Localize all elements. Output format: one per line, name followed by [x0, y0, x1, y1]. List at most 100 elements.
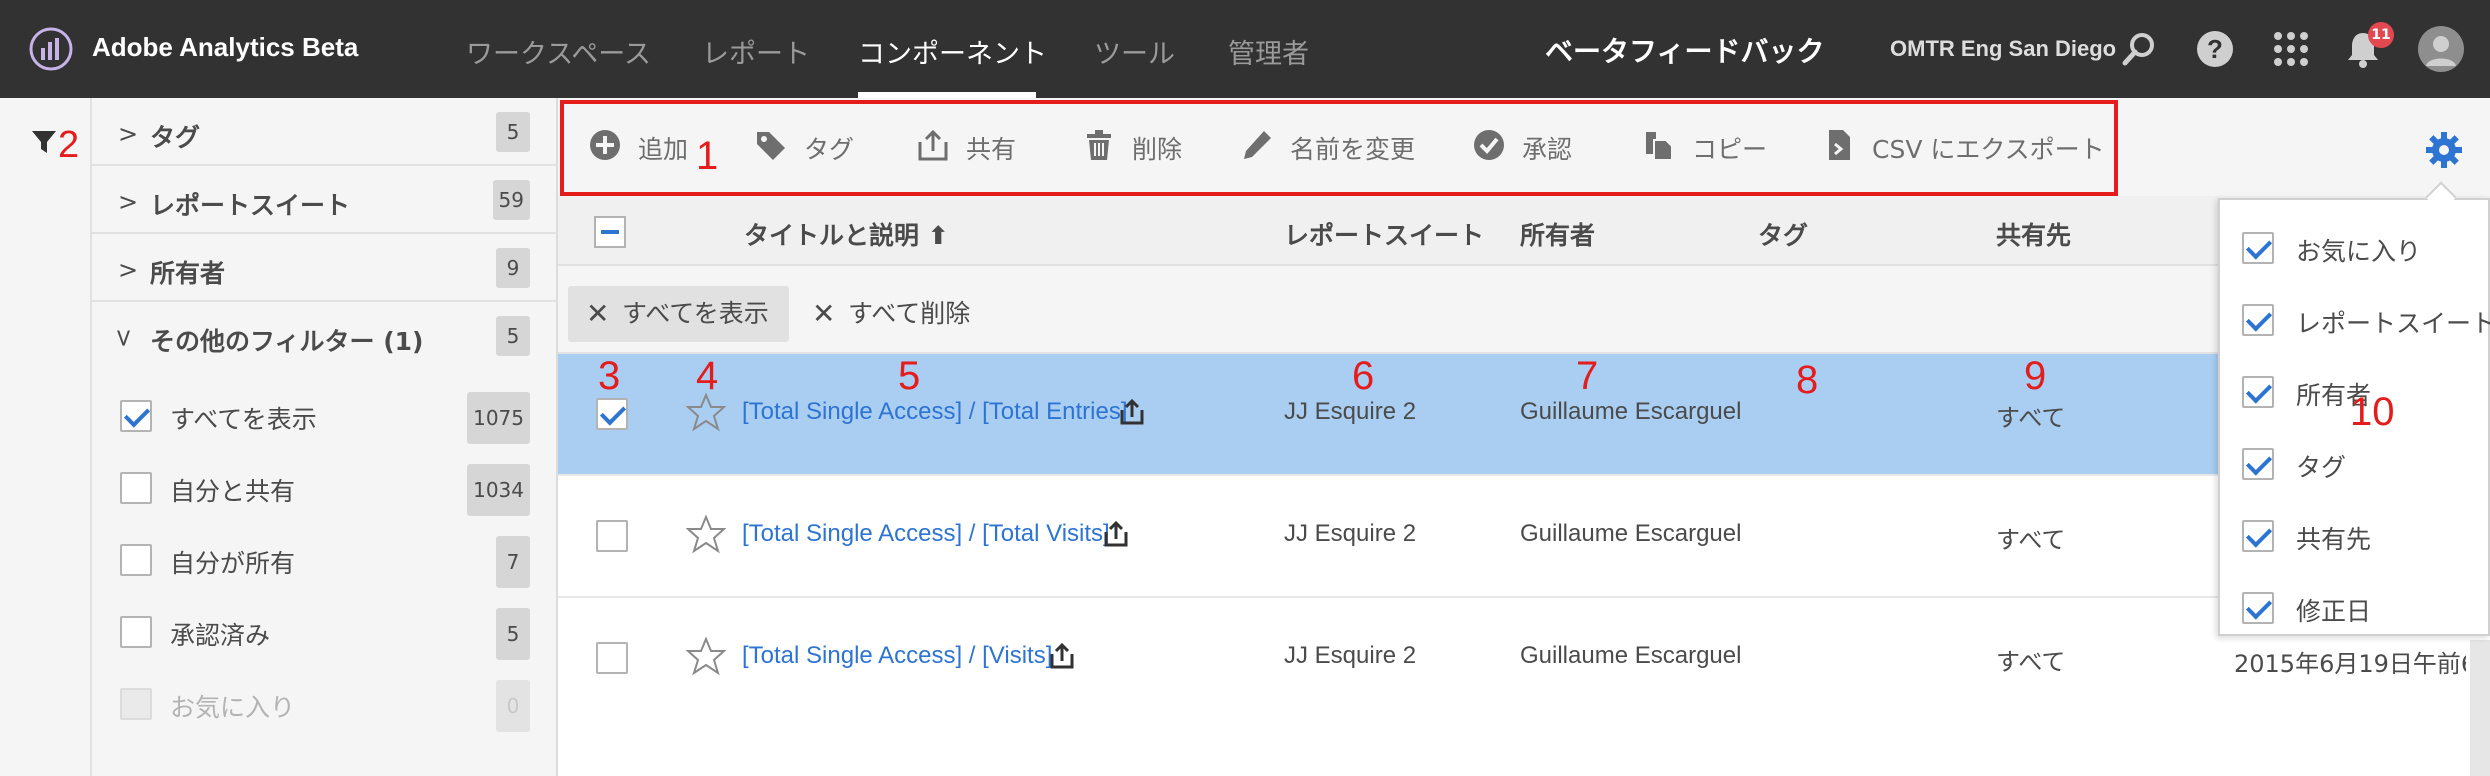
filter-count-badge: 9: [496, 248, 530, 288]
notification-badge: 11: [2368, 22, 2394, 48]
filter-checkbox: [120, 688, 152, 720]
star-icon[interactable]: [686, 514, 726, 554]
column-checkbox[interactable]: [2242, 592, 2274, 624]
column-toggle-label: 修正日: [2296, 597, 2372, 626]
show-all-filter-chip[interactable]: ✕ すべてを表示: [568, 286, 789, 342]
shared-with-cell: すべて: [1996, 404, 2066, 432]
filter-option-label: 自分が所有: [170, 549, 296, 578]
owner-cell: Guillaume Escarguel: [1520, 398, 1742, 425]
filter-option-approved[interactable]: 承認済み 5: [92, 598, 558, 670]
filter-checkbox[interactable]: [120, 472, 152, 504]
filter-count-badge: 5: [496, 608, 530, 660]
filter-option-show-all[interactable]: すべてを表示 1075: [92, 382, 558, 454]
column-checkbox[interactable]: [2242, 376, 2274, 408]
annotation-10: 10: [2350, 390, 2395, 434]
column-toggle-tags[interactable]: タグ: [2220, 428, 2490, 500]
table-row[interactable]: [Total Single Access] / [Visits] JJ Esqu…: [558, 598, 2490, 720]
column-toggle-favorites[interactable]: お気に入り: [2220, 212, 2490, 284]
annotation-7: 7: [1576, 354, 1599, 398]
annotation-4: 4: [696, 354, 719, 398]
column-toggle-label: お気に入り: [2296, 237, 2422, 266]
row-checkbox[interactable]: [596, 520, 628, 552]
filter-option-shared-with-me[interactable]: 自分と共有 1034: [92, 454, 558, 526]
column-owner[interactable]: 所有者: [1520, 216, 1595, 252]
close-icon: ✕: [812, 297, 836, 330]
filter-section-label: その他のフィルター (1): [150, 327, 424, 356]
close-icon[interactable]: ✕: [586, 286, 609, 342]
modified-date-cell: 2015年6月19日午前6...: [2234, 650, 2466, 678]
column-shared-with[interactable]: 共有先: [1996, 216, 2071, 252]
filter-section-label: タグ: [150, 123, 201, 152]
search-icon[interactable]: [2118, 28, 2160, 70]
nav-workspace[interactable]: ワークスペース: [466, 32, 651, 71]
column-checkbox[interactable]: [2242, 232, 2274, 264]
filter-count-badge: 1034: [467, 464, 530, 516]
filter-section-label: 所有者: [150, 259, 226, 288]
shared-with-cell: すべて: [1996, 648, 2066, 676]
row-checkbox[interactable]: [596, 398, 628, 430]
top-nav-bar: Adobe Analytics Beta ワークスペース レポート コンポーネン…: [0, 0, 2490, 98]
help-icon[interactable]: ?: [2194, 28, 2236, 70]
annotation-3: 3: [598, 354, 621, 398]
chip-label: すべてを表示: [622, 299, 769, 328]
vertical-scrollbar[interactable]: [2470, 640, 2490, 776]
column-report-suite[interactable]: レポートスイート: [1284, 216, 1484, 252]
select-all-checkbox[interactable]: [594, 216, 626, 248]
component-title-link[interactable]: [Total Single Access] / [Visits]: [742, 642, 1052, 670]
column-toggle-modified[interactable]: 修正日: [2220, 572, 2490, 644]
shared-icon: [1050, 642, 1074, 669]
nav-admin[interactable]: 管理者: [1228, 32, 1309, 71]
filter-section-owner[interactable]: > 所有者 9: [92, 234, 558, 302]
column-tags[interactable]: タグ: [1758, 216, 1808, 252]
filter-checkbox[interactable]: [120, 544, 152, 576]
column-toggle-report-suite[interactable]: レポートスイート: [2220, 284, 2490, 356]
filter-panel: > タグ 5 > レポートスイート 59 > 所有者 9 > その他のフィルター…: [92, 98, 558, 776]
shared-icon: [1104, 520, 1128, 547]
column-title[interactable]: タイトルと説明 ⬆: [744, 216, 949, 252]
table-row[interactable]: [Total Single Access] / [Total Entries] …: [558, 354, 2490, 476]
annotation-6: 6: [1352, 354, 1375, 398]
filter-section-report-suites[interactable]: > レポートスイート 59: [92, 166, 558, 234]
column-checkbox[interactable]: [2242, 520, 2274, 552]
component-title-link[interactable]: [Total Single Access] / [Total Entries]: [742, 398, 1128, 426]
toolbar-highlight-frame: [560, 100, 2118, 196]
table-row[interactable]: [Total Single Access] / [Total Visits] J…: [558, 476, 2490, 598]
column-toggle-label: レポートスイート: [2296, 309, 2490, 338]
adobe-analytics-logo-icon[interactable]: [28, 26, 74, 72]
component-title-link[interactable]: [Total Single Access] / [Total Visits]: [742, 520, 1110, 548]
column-toggle-shared-with[interactable]: 共有先: [2220, 500, 2490, 572]
star-icon[interactable]: [686, 636, 726, 676]
owner-cell: Guillaume Escarguel: [1520, 520, 1742, 547]
chevron-right-icon: >: [118, 256, 139, 284]
filter-section-tags[interactable]: > タグ 5: [92, 98, 558, 166]
filter-section-other[interactable]: > その他のフィルター (1) 5: [92, 302, 558, 370]
filter-option-label: 承認済み: [170, 621, 271, 650]
nav-components[interactable]: コンポーネント: [858, 32, 1047, 71]
column-checkbox[interactable]: [2242, 304, 2274, 336]
org-name[interactable]: OMTR Eng San Diego: [1890, 36, 2116, 62]
column-checkbox[interactable]: [2242, 448, 2274, 480]
shared-icon: [1120, 398, 1144, 425]
filter-count-badge: 5: [496, 316, 530, 356]
user-avatar-icon[interactable]: [2418, 26, 2464, 72]
gear-icon[interactable]: [2424, 130, 2464, 170]
filter-option-mine[interactable]: 自分が所有 7: [92, 526, 558, 598]
filter-count-badge: 59: [492, 180, 530, 220]
filter-count-badge: 7: [496, 536, 530, 588]
filter-count-badge: 1075: [467, 392, 530, 444]
clear-all-button[interactable]: ✕ すべて削除: [794, 286, 970, 342]
filter-funnel-icon[interactable]: [30, 128, 58, 156]
report-suite-cell: JJ Esquire 2: [1284, 642, 1417, 669]
annotation-9: 9: [2024, 354, 2047, 398]
filter-rail: [0, 98, 92, 776]
chevron-down-icon: >: [110, 327, 139, 349]
nav-reports[interactable]: レポート: [702, 32, 810, 71]
nav-tools[interactable]: ツール: [1094, 32, 1175, 71]
filter-checkbox[interactable]: [120, 616, 152, 648]
filter-option-label: 自分と共有: [170, 477, 296, 506]
beta-feedback-link[interactable]: ベータフィードバック: [1545, 30, 1824, 70]
filter-checkbox[interactable]: [120, 400, 152, 432]
row-checkbox[interactable]: [596, 642, 628, 674]
apps-grid-icon[interactable]: [2270, 28, 2312, 70]
filter-count-badge: 0: [496, 680, 530, 732]
